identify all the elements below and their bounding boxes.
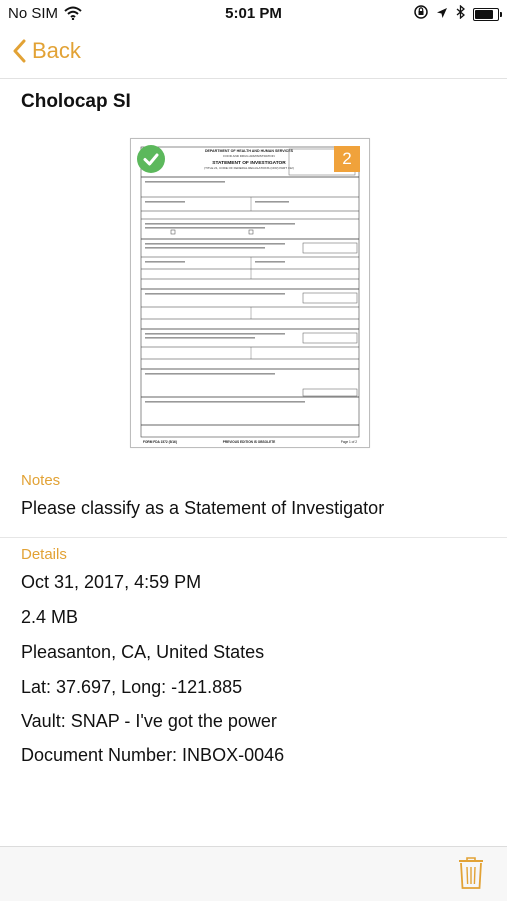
thumbnail-footer-left: FORM FDA 1572 (5/16) (143, 440, 177, 444)
battery-level (475, 9, 493, 19)
detail-vault: Vault: SNAP - I've got the power (21, 711, 277, 731)
orientation-lock-icon (414, 5, 428, 23)
thumbnail-footer-mid: PREVIOUS EDITION IS OBSOLETE (223, 440, 276, 444)
status-icons (414, 4, 502, 23)
thumbnail-subheader: FOOD AND DRUG ADMINISTRATION (223, 154, 274, 158)
back-button[interactable]: Back (12, 38, 81, 64)
thumbnail-header: DEPARTMENT OF HEALTH AND HUMAN SERVICES (205, 149, 294, 153)
thumbnail-footer-right: Page 1 of 2 (341, 440, 358, 444)
document-thumbnail[interactable]: DEPARTMENT OF HEALTH AND HUMAN SERVICES … (130, 138, 370, 448)
location-arrow-icon (436, 6, 448, 23)
detail-location: Pleasanton, CA, United States (21, 642, 265, 662)
detail-size: 2.4 MB (21, 607, 79, 627)
trash-icon (459, 857, 483, 889)
detail-coordinates: Lat: 37.697, Long: -121.885 (21, 677, 243, 697)
page-count-badge: 2 (334, 146, 360, 172)
detail-document-number: Document Number: INBOX-0046 (21, 745, 285, 765)
bluetooth-icon (456, 4, 465, 23)
bottom-toolbar (0, 846, 507, 901)
notes-label: Notes (21, 472, 61, 489)
back-label: Back (32, 38, 81, 63)
battery-icon (473, 7, 502, 21)
classified-badge (137, 145, 165, 173)
check-icon (143, 153, 159, 166)
details-label: Details (21, 546, 67, 563)
document-title: Cholocap SI (21, 91, 131, 112)
notes-text: Please classify as a Statement of Invest… (21, 498, 385, 518)
detail-date: Oct 31, 2017, 4:59 PM (21, 572, 202, 592)
status-bar: No SIM 5:01 PM (0, 0, 507, 28)
delete-button[interactable] (458, 856, 484, 895)
section-divider (0, 537, 507, 538)
thumbnail-subheading: (TITLE 21, CODE OF FEDERAL REGULATIONS (… (204, 166, 294, 170)
navigation-bar: Back (0, 28, 507, 79)
chevron-left-icon (13, 39, 26, 63)
